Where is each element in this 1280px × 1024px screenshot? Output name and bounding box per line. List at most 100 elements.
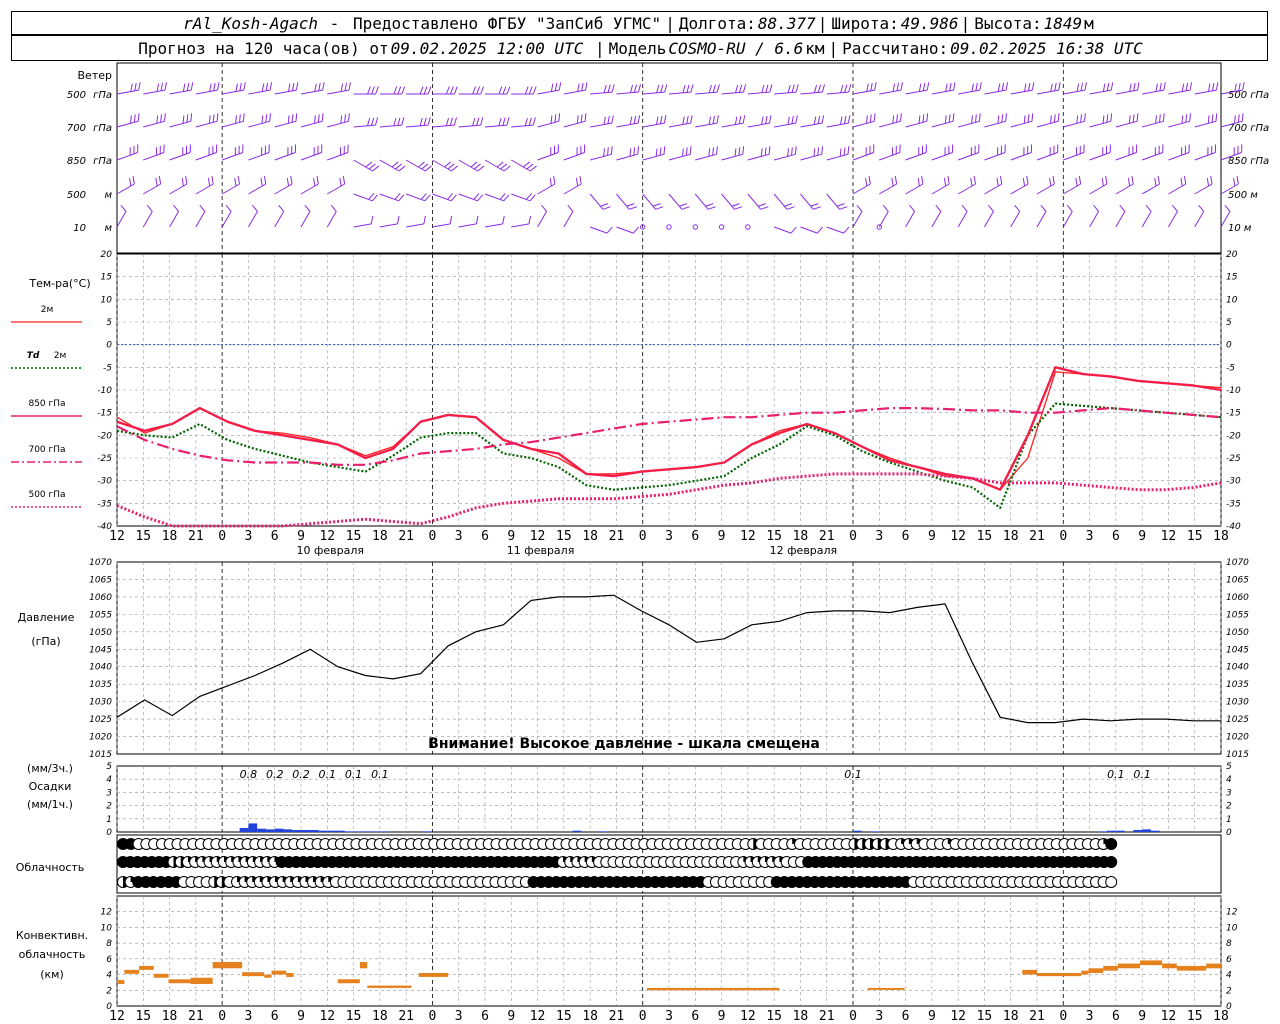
wind-barb-feather bbox=[787, 116, 790, 125]
wind-barb-shaft bbox=[1036, 120, 1059, 128]
prec-value-label: 0.1 bbox=[371, 768, 389, 781]
time-tick-bottom: 18 bbox=[582, 1009, 598, 1024]
conv-bar bbox=[337, 979, 360, 984]
wind-barb-feather bbox=[1026, 176, 1029, 185]
wind-barb-shaft bbox=[1168, 120, 1190, 128]
wind-barb-shaft bbox=[195, 211, 206, 228]
date-label: 10 февраля bbox=[297, 544, 365, 557]
wind-barb-feather bbox=[865, 178, 868, 187]
wind-barb-feather bbox=[502, 86, 507, 95]
prec-value-label: 0.1 bbox=[844, 768, 862, 781]
wind-barb-feather bbox=[1133, 82, 1136, 91]
time-tick-mid: 3 bbox=[455, 529, 463, 544]
wind-barb-shaft bbox=[747, 153, 770, 161]
legend-850-label: 850 гПа bbox=[28, 399, 65, 409]
wind-barb-feather bbox=[1084, 82, 1087, 91]
prec-bar bbox=[1115, 830, 1125, 832]
wind-barb-shaft bbox=[222, 89, 244, 95]
prec-bar bbox=[379, 831, 389, 832]
prec-ytick-right: 1 bbox=[1226, 815, 1232, 825]
wind-barb-shaft bbox=[852, 183, 871, 195]
conv-ytick-left: 8 bbox=[106, 939, 112, 949]
wind-barb-feather bbox=[882, 204, 889, 212]
wind-barb-feather bbox=[173, 204, 179, 212]
conv-bar bbox=[1103, 965, 1118, 971]
wind-barb-shaft bbox=[879, 183, 897, 195]
wind-barb-feather bbox=[787, 148, 789, 157]
wind-barb-feather bbox=[269, 82, 273, 91]
wind-barb-feather bbox=[1102, 115, 1105, 124]
wind-barb-shaft bbox=[642, 91, 665, 95]
wind-barb-feather bbox=[843, 226, 850, 234]
wind-barb-feather bbox=[397, 117, 401, 126]
wind-barb-feather bbox=[156, 115, 159, 124]
wind-level-left: 700 bbox=[67, 123, 86, 134]
time-tick-mid: 3 bbox=[875, 529, 883, 544]
wind-barb-feather bbox=[738, 147, 741, 156]
wind-barb-shaft bbox=[1141, 183, 1160, 195]
wind-barb-feather bbox=[317, 114, 320, 123]
wind-barb-feather bbox=[606, 226, 613, 234]
wind-barb-feather bbox=[765, 115, 768, 124]
wind-barb-feather bbox=[211, 176, 214, 185]
wind-barb-feather bbox=[1075, 178, 1078, 187]
pres-ytick-right: 1050 bbox=[1226, 628, 1249, 638]
conv-bar bbox=[1206, 963, 1221, 969]
pres-ytick-left: 1050 bbox=[89, 628, 112, 638]
wind-barb-shaft bbox=[247, 211, 258, 228]
time-tick-mid: 6 bbox=[691, 529, 699, 544]
wind-barb-feather bbox=[419, 86, 424, 95]
wind-barb-feather bbox=[476, 117, 480, 126]
conv-bar bbox=[139, 965, 154, 970]
time-tick-mid: 0 bbox=[849, 529, 857, 544]
wind-barb-feather bbox=[712, 147, 714, 156]
wind-barb-shaft bbox=[931, 211, 942, 228]
wind-barb-feather bbox=[1023, 115, 1026, 124]
wind-level-left: 500 bbox=[67, 90, 86, 101]
wind-barb-feather bbox=[1101, 178, 1104, 187]
wind-barb-feather bbox=[261, 115, 264, 124]
time-tick-mid: 18 bbox=[793, 529, 809, 544]
wind-barb-shaft bbox=[406, 124, 429, 128]
wind-barb-feather bbox=[817, 147, 820, 156]
wind-barb-feather bbox=[813, 84, 818, 93]
wind-barb-feather bbox=[532, 117, 536, 126]
time-tick-bottom: 3 bbox=[665, 1009, 673, 1024]
time-tick-bottom: 15 bbox=[135, 1009, 151, 1024]
wind-barb-shaft bbox=[1063, 152, 1085, 161]
conv-bar bbox=[867, 987, 905, 990]
wind-barb-feather bbox=[577, 83, 580, 92]
conv-bar bbox=[168, 979, 191, 984]
wind-barb-feather bbox=[1171, 204, 1178, 212]
wind-barb-feather bbox=[686, 84, 690, 93]
time-tick-mid: 12 bbox=[530, 529, 546, 544]
wind-barb-shaft bbox=[511, 124, 534, 128]
wind-barb-shaft bbox=[116, 152, 138, 161]
wind-barb-feather bbox=[554, 82, 558, 91]
conv-ytick-right: 0 bbox=[1226, 1002, 1232, 1012]
wind-barb-feather bbox=[760, 148, 763, 157]
wind-barb-feather bbox=[660, 84, 664, 93]
wind-barb-feather bbox=[791, 115, 794, 124]
wind-barb-feather bbox=[133, 114, 136, 123]
prec-bar bbox=[598, 831, 608, 832]
wind-barb-feather bbox=[813, 116, 817, 125]
wind-barb-feather bbox=[896, 114, 898, 123]
temp-series-1 bbox=[116, 402, 1222, 509]
wind-barb-shaft bbox=[826, 193, 840, 210]
wind-barb-feather bbox=[477, 194, 484, 202]
conv-ytick-right: 2 bbox=[1226, 986, 1232, 996]
prec-ytick-left: 5 bbox=[106, 762, 112, 772]
wind-barb-feather bbox=[477, 165, 485, 172]
wind-barb-feather bbox=[243, 82, 246, 91]
wind-barb-feather bbox=[453, 86, 458, 95]
time-tick-bottom: 12 bbox=[530, 1009, 546, 1024]
wind-barb-feather bbox=[295, 113, 298, 122]
wind-barb-feather bbox=[316, 176, 319, 185]
wind-barb-feather bbox=[213, 82, 216, 91]
wind-barb-feather bbox=[423, 215, 426, 224]
wind-barb-shaft bbox=[957, 211, 968, 228]
time-tick-mid: 6 bbox=[481, 529, 489, 544]
wind-barb-shaft bbox=[774, 153, 796, 161]
wind-barb-feather bbox=[212, 114, 215, 123]
